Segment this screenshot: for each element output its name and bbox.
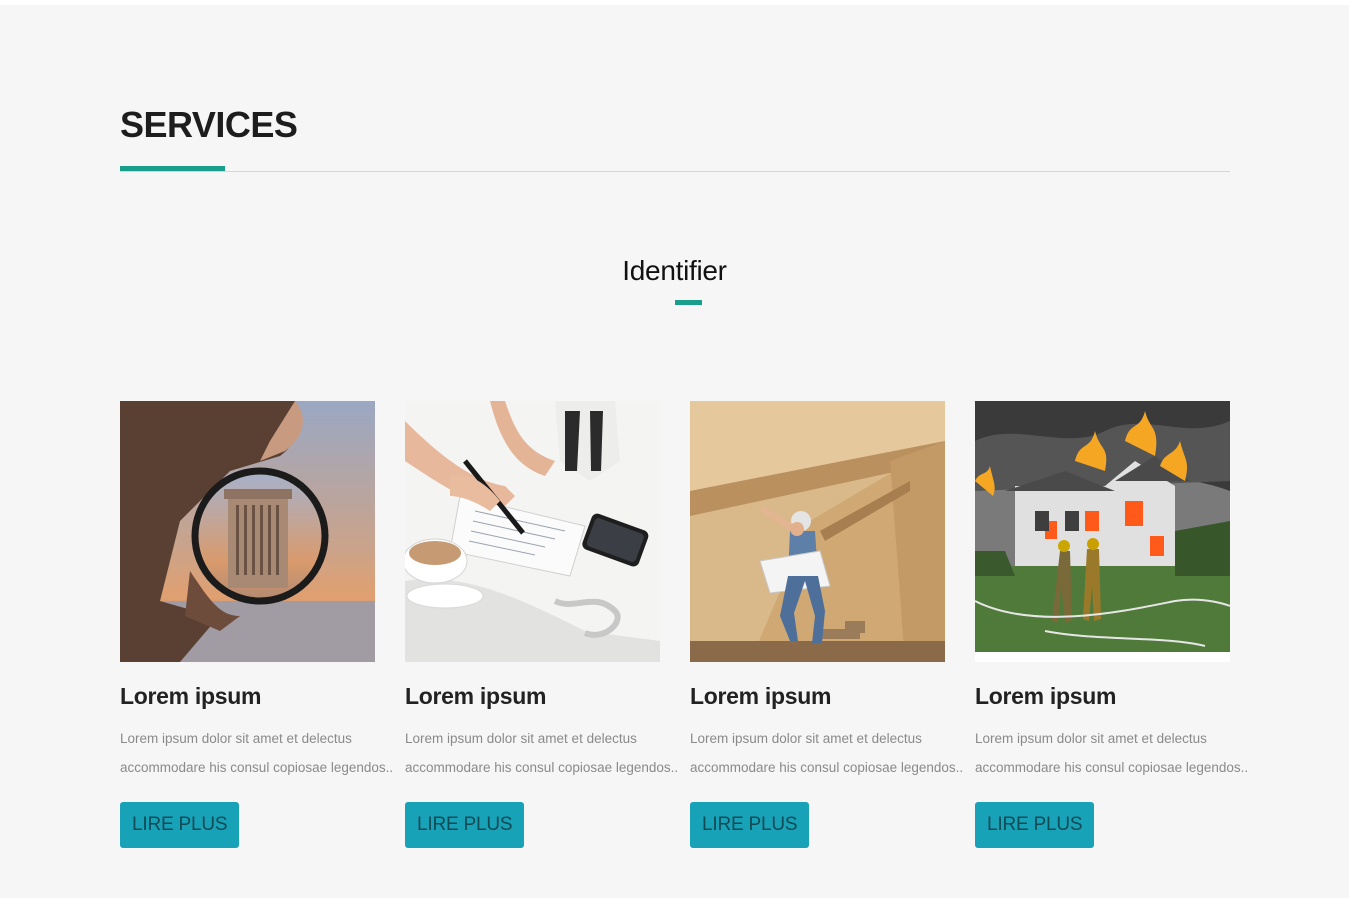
card-description-line: accommodare his consul copiosae legendos… <box>120 760 394 775</box>
card-description-line: Lorem ipsum dolor sit amet et delectus <box>120 731 352 746</box>
section-accent-bar <box>120 166 225 171</box>
section-divider <box>120 171 1230 172</box>
worker-attic-blueprint-image <box>690 401 945 662</box>
card-description-line: accommodare his consul copiosae legendos… <box>405 760 679 775</box>
service-card: Lorem ipsum Lorem ipsum dolor sit amet e… <box>975 401 1249 848</box>
subsection-title: Identifier <box>622 255 727 286</box>
card-description: Lorem ipsum dolor sit amet et delectus a… <box>975 724 1249 782</box>
house-fire-firefighters-image <box>975 401 1230 662</box>
card-description: Lorem ipsum dolor sit amet et delectus a… <box>405 724 679 782</box>
card-description: Lorem ipsum dolor sit amet et delectus a… <box>120 724 394 782</box>
card-description-line: Lorem ipsum dolor sit amet et delectus <box>690 731 922 746</box>
magnifying-glass-tower-image <box>120 401 375 662</box>
writing-notebook-coffee-image <box>405 401 660 662</box>
card-title: Lorem ipsum <box>975 683 1117 709</box>
service-card: Lorem ipsum Lorem ipsum dolor sit amet e… <box>690 401 964 848</box>
services-section: SERVICES Identifier Lorem ipsum Lorem ip… <box>0 5 1349 898</box>
subsection-accent-bar <box>675 300 702 305</box>
card-title: Lorem ipsum <box>405 683 547 709</box>
read-more-button[interactable]: LIRE PLUS <box>690 802 810 848</box>
service-card: Lorem ipsum Lorem ipsum dolor sit amet e… <box>405 401 679 848</box>
section-title: SERVICES <box>120 104 298 145</box>
card-description-line: Lorem ipsum dolor sit amet et delectus <box>405 731 637 746</box>
card-description-line: accommodare his consul copiosae legendos… <box>975 760 1249 775</box>
card-title: Lorem ipsum <box>690 683 832 709</box>
card-description-line: accommodare his consul copiosae legendos… <box>690 760 964 775</box>
card-description: Lorem ipsum dolor sit amet et delectus a… <box>690 724 964 782</box>
card-title: Lorem ipsum <box>120 683 262 709</box>
read-more-button[interactable]: LIRE PLUS <box>120 802 240 848</box>
service-card: Lorem ipsum Lorem ipsum dolor sit amet e… <box>120 401 394 848</box>
read-more-button[interactable]: LIRE PLUS <box>975 802 1095 848</box>
card-description-line: Lorem ipsum dolor sit amet et delectus <box>975 731 1207 746</box>
read-more-button[interactable]: LIRE PLUS <box>405 802 525 848</box>
